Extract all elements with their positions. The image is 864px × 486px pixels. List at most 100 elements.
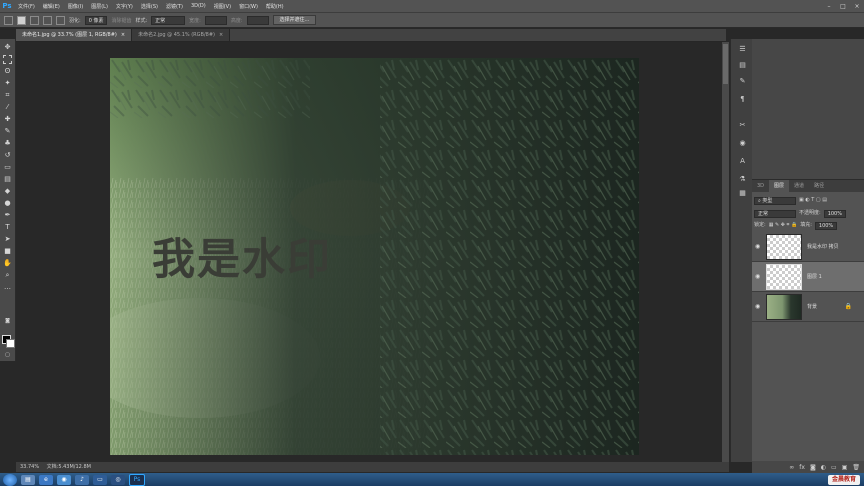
- layer-name[interactable]: 背景: [807, 303, 817, 310]
- type-tool-icon[interactable]: T: [3, 223, 12, 232]
- history-brush-tool-icon[interactable]: ↺: [3, 151, 12, 160]
- gradient-tool-icon[interactable]: ▤: [3, 175, 12, 184]
- menu-file[interactable]: 文件(F): [14, 3, 39, 10]
- more-tools-icon[interactable]: …: [3, 283, 12, 292]
- watermark-text[interactable]: 我是水印: [152, 225, 332, 287]
- magic-wand-tool-icon[interactable]: ✦: [3, 79, 12, 88]
- eye-icon[interactable]: ◉: [755, 243, 763, 251]
- fill-input[interactable]: 100%: [814, 221, 838, 230]
- folder-icon[interactable]: ▭: [831, 464, 837, 471]
- explorer-icon[interactable]: ▤: [21, 474, 35, 485]
- close-tab-icon[interactable]: ×: [121, 32, 125, 38]
- eye-icon[interactable]: ◉: [755, 303, 763, 311]
- brush-panel-icon[interactable]: ✎: [738, 77, 747, 86]
- document-info[interactable]: 文档:5.43M/12.8M: [47, 464, 91, 470]
- tab-document-1[interactable]: 未命名1.jpg @ 33.7% (图层 1, RGB/8#) ×: [16, 29, 133, 41]
- zoom-level[interactable]: 33.74%: [20, 464, 39, 470]
- eye-icon[interactable]: ◉: [755, 273, 763, 281]
- media-icon[interactable]: ◉: [57, 474, 71, 485]
- brush-tool-icon[interactable]: ✎: [3, 127, 12, 136]
- menu-layer[interactable]: 图层(L): [87, 3, 112, 10]
- app-icon[interactable]: ♪: [75, 474, 89, 485]
- tool-presets-icon[interactable]: ✂: [738, 121, 747, 130]
- link-icon[interactable]: ∞: [789, 464, 794, 471]
- menu-select[interactable]: 选择(S): [137, 3, 162, 10]
- antialias-checkbox[interactable]: 消除锯齿: [111, 17, 131, 24]
- healing-brush-tool-icon[interactable]: ✚: [3, 115, 12, 124]
- crop-tool-icon[interactable]: ⌗: [3, 91, 12, 100]
- hand-tool-icon[interactable]: ✋: [3, 259, 12, 268]
- pen-tool-icon[interactable]: ✒: [3, 211, 12, 220]
- tab-document-2[interactable]: 未命名2.jpg @ 45.1% (RGB/8#) ×: [132, 29, 231, 41]
- layer-row-watermark-copy[interactable]: ◉ 我是水印 拷贝: [752, 232, 864, 262]
- rectangle-tool-icon[interactable]: ■: [3, 247, 12, 256]
- eyedropper-tool-icon[interactable]: ⁄: [3, 103, 12, 112]
- libraries-icon[interactable]: ◉: [738, 139, 747, 148]
- marquee-tool-icon[interactable]: [3, 55, 12, 64]
- height-input[interactable]: [246, 15, 269, 25]
- screen-mode-icon[interactable]: ▢: [3, 351, 12, 360]
- menu-view[interactable]: 视图(V): [210, 3, 235, 10]
- fx-icon[interactable]: fx: [799, 464, 805, 471]
- style-select[interactable]: 正常: [151, 15, 186, 25]
- adjustments-panel-icon[interactable]: ⚗: [738, 175, 747, 184]
- menu-edit[interactable]: 编辑(E): [39, 3, 64, 10]
- adjustment-icon[interactable]: ◐: [821, 464, 826, 471]
- photoshop-taskbar-icon[interactable]: Ps: [129, 473, 145, 486]
- blend-mode-select[interactable]: 正常: [754, 209, 796, 218]
- app2-icon[interactable]: ◎: [111, 474, 125, 485]
- intersect-selection-icon[interactable]: [56, 15, 65, 25]
- background-color-swatch[interactable]: [6, 339, 15, 348]
- layer-filter-select[interactable]: ⌕ 类型: [754, 196, 796, 205]
- lock-icons[interactable]: ▦ ✎ ✥ ⌗ 🔒: [769, 221, 798, 230]
- character-panel-icon[interactable]: A: [738, 157, 747, 166]
- zoom-tool-icon[interactable]: ⌕: [3, 271, 12, 280]
- add-selection-icon[interactable]: [30, 15, 39, 25]
- paragraph-panel-icon[interactable]: ¶: [738, 95, 747, 104]
- layer-row-layer-1[interactable]: ◉ 图层 1: [752, 262, 864, 292]
- layer-name[interactable]: 我是水印 拷贝: [807, 243, 839, 250]
- browser-icon[interactable]: e: [39, 474, 53, 485]
- menu-help[interactable]: 帮助(H): [262, 3, 288, 10]
- filter-icons[interactable]: ▣ ◐ T ▢ ▤: [799, 196, 827, 205]
- minimize-button[interactable]: –: [822, 3, 836, 10]
- clone-stamp-tool-icon[interactable]: ♣: [3, 139, 12, 148]
- dodge-tool-icon[interactable]: ●: [3, 199, 12, 208]
- new-layer-icon[interactable]: ▣: [842, 464, 848, 471]
- move-tool-icon[interactable]: ✥: [3, 43, 12, 52]
- lasso-tool-icon[interactable]: ʘ: [3, 67, 12, 76]
- menu-type[interactable]: 文字(Y): [112, 3, 137, 10]
- menu-filter[interactable]: 滤镜(T): [162, 3, 187, 10]
- menu-3d[interactable]: 3D(D): [187, 3, 210, 9]
- trash-icon[interactable]: 🗑: [852, 464, 860, 471]
- blur-tool-icon[interactable]: ◆: [3, 187, 12, 196]
- tab-3d[interactable]: 3D: [752, 180, 769, 192]
- quick-mask-icon[interactable]: ◙: [3, 317, 12, 326]
- new-selection-icon[interactable]: [17, 15, 26, 25]
- mask-icon[interactable]: ◙: [810, 464, 816, 471]
- close-tab-icon[interactable]: ×: [219, 32, 223, 38]
- start-button[interactable]: [3, 473, 17, 486]
- scrollbar-thumb[interactable]: [723, 44, 728, 84]
- styles-panel-icon[interactable]: ▦: [738, 189, 747, 198]
- menu-window[interactable]: 窗口(W): [235, 3, 262, 10]
- tab-channels[interactable]: 通道: [789, 180, 809, 192]
- opacity-input[interactable]: 100%: [823, 209, 846, 218]
- menu-image[interactable]: 图像(I): [64, 3, 87, 10]
- path-selection-tool-icon[interactable]: ➤: [3, 235, 12, 244]
- layer-row-background[interactable]: ◉ 背景 🔒: [752, 292, 864, 322]
- vertical-scrollbar[interactable]: [722, 42, 729, 462]
- history-panel-icon[interactable]: ☰: [738, 45, 747, 54]
- marquee-tool-preset-icon[interactable]: [4, 15, 13, 25]
- width-input[interactable]: [204, 15, 227, 25]
- tab-layers[interactable]: 图层: [769, 180, 790, 192]
- close-button[interactable]: ×: [850, 3, 864, 10]
- select-and-mask-button[interactable]: 选择并遮住...: [272, 15, 317, 25]
- layer-name[interactable]: 图层 1: [807, 273, 822, 280]
- properties-panel-icon[interactable]: ▤: [738, 61, 747, 70]
- feather-input[interactable]: 0 像素: [84, 15, 108, 25]
- tab-paths[interactable]: 路径: [809, 180, 829, 192]
- folder-taskbar-icon[interactable]: ▭: [93, 474, 107, 485]
- eraser-tool-icon[interactable]: ▭: [3, 163, 12, 172]
- subtract-selection-icon[interactable]: [43, 15, 52, 25]
